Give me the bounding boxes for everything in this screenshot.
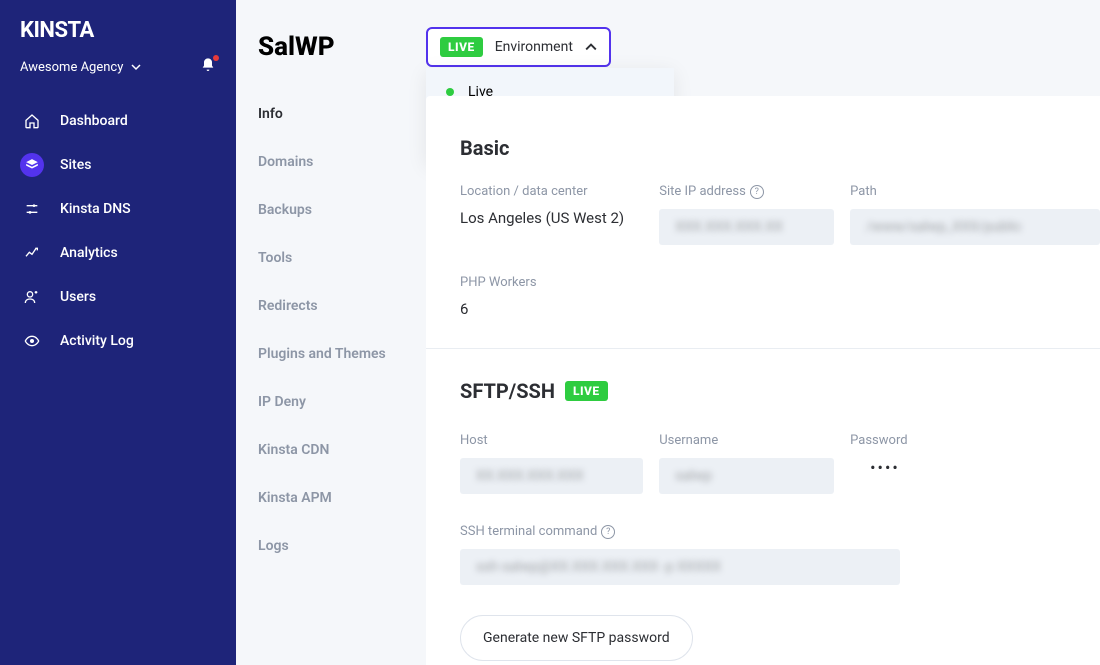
generate-sftp-password-button[interactable]: Generate new SFTP password <box>460 615 693 661</box>
eye-icon <box>20 329 44 353</box>
nav-activity[interactable]: Activity Log <box>0 319 236 363</box>
users-icon <box>20 285 44 309</box>
nav-label: Kinsta DNS <box>60 201 131 217</box>
subnav-domains[interactable]: Domains <box>258 154 404 170</box>
basic-section-title: Basic <box>460 136 1100 160</box>
subnav-info[interactable]: Info <box>258 106 404 122</box>
password-label: Password <box>850 433 1100 448</box>
status-dot-live <box>446 88 454 96</box>
subnav-ipdeny[interactable]: IP Deny <box>258 394 404 410</box>
nav-analytics[interactable]: Analytics <box>0 231 236 275</box>
chevron-down-icon <box>131 62 141 72</box>
agency-name: Awesome Agency <box>20 60 123 75</box>
sliders-icon <box>20 197 44 221</box>
environment-select[interactable]: LIVE Environment <box>426 27 611 67</box>
php-workers-label: PHP Workers <box>460 275 537 290</box>
site-subnav: SalWP Info Domains Backups Tools Redirec… <box>236 0 426 665</box>
subnav-tools[interactable]: Tools <box>258 250 404 266</box>
username-value: salwp <box>659 458 834 494</box>
host-value: XX.XXX.XXX.XXX <box>460 458 643 494</box>
location-value: Los Angeles (US West 2) <box>460 209 643 227</box>
nav-users[interactable]: Users <box>0 275 236 319</box>
nav-label: Dashboard <box>60 113 128 129</box>
nav-label: Activity Log <box>60 333 134 349</box>
header-area: LIVE Environment Live Staging <box>426 0 1100 96</box>
nav-label: Sites <box>60 157 91 173</box>
env-live-badge: LIVE <box>440 37 483 57</box>
path-value: /www/salwp_XXX/public <box>850 209 1100 245</box>
chart-icon <box>20 241 44 265</box>
home-icon <box>20 109 44 133</box>
ip-label: Site IP address? <box>659 184 834 199</box>
logo: KINSTA <box>0 18 236 57</box>
subnav-cdn[interactable]: Kinsta CDN <box>258 442 404 458</box>
subnav-apm[interactable]: Kinsta APM <box>258 490 404 506</box>
section-divider <box>426 348 1100 349</box>
notifications-button[interactable] <box>200 57 216 77</box>
ssh-value: ssh salwp@XX.XXX.XXX.XXX -p XXXXX <box>460 549 900 585</box>
php-workers-value: 6 <box>460 300 537 318</box>
password-value: •••• <box>850 458 1100 477</box>
location-label: Location / data center <box>460 184 643 199</box>
subnav-redirects[interactable]: Redirects <box>258 298 404 314</box>
agency-dropdown[interactable]: Awesome Agency <box>20 60 141 75</box>
nav-label: Analytics <box>60 245 118 261</box>
subnav-logs[interactable]: Logs <box>258 538 404 554</box>
path-label: Path <box>850 184 1100 199</box>
help-icon[interactable]: ? <box>750 185 764 199</box>
nav-dashboard[interactable]: Dashboard <box>0 99 236 143</box>
sftp-section-title: SFTP/SSH <box>460 379 555 403</box>
env-select-label: Environment <box>495 39 573 55</box>
chevron-up-icon <box>585 41 597 53</box>
sftp-live-badge: LIVE <box>565 381 608 401</box>
nav-dns[interactable]: Kinsta DNS <box>0 187 236 231</box>
layers-icon <box>20 153 44 177</box>
ip-value: XXX.XXX.XXX.XX <box>659 209 834 245</box>
site-title: SalWP <box>258 32 404 62</box>
ssh-label: SSH terminal command? <box>460 524 900 539</box>
help-icon[interactable]: ? <box>601 525 615 539</box>
nav-label: Users <box>60 289 96 305</box>
host-label: Host <box>460 433 643 448</box>
subnav-plugins[interactable]: Plugins and Themes <box>258 346 404 362</box>
main-content: Basic Location / data center Los Angeles… <box>426 96 1100 665</box>
notification-dot <box>213 55 219 61</box>
username-label: Username <box>659 433 834 448</box>
sidebar: KINSTA Awesome Agency Dashboard Sites Ki… <box>0 0 236 665</box>
subnav-backups[interactable]: Backups <box>258 202 404 218</box>
nav-sites[interactable]: Sites <box>0 143 236 187</box>
